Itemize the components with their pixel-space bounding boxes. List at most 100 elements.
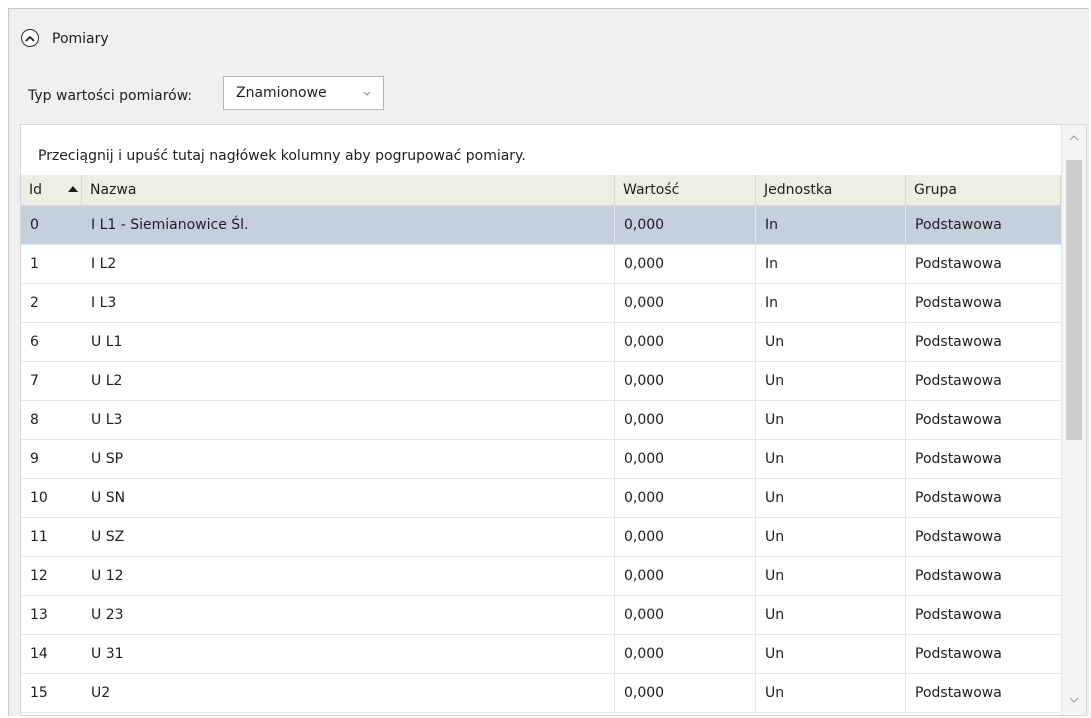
cell-value: 0,000 <box>615 362 756 400</box>
column-header-unit[interactable]: Jednostka <box>756 175 906 205</box>
table-row[interactable]: 11 U SZ 0,000 Un Podstawowa <box>21 518 1061 557</box>
column-header-name[interactable]: Nazwa <box>82 175 615 205</box>
cell-unit: In <box>756 206 906 244</box>
column-header-unit-label: Jednostka <box>764 182 833 198</box>
cell-value: 0,000 <box>615 635 756 673</box>
cell-group: Podstawowa <box>915 529 1002 545</box>
cell-group: Podstawowa <box>915 451 1002 467</box>
cell-group: Podstawowa <box>915 295 1002 311</box>
grid-rows: 0 I L1 - Siemianowice Śl. 0,000 In Podst… <box>21 206 1061 713</box>
column-header-row: Id Nazwa Wartość Jednostka Grupa <box>21 175 1061 206</box>
column-header-group[interactable]: Grupa <box>906 175 1061 205</box>
cell-id: 1 <box>30 256 39 272</box>
cell-unit: Un <box>756 596 906 634</box>
measurements-grid: Przeciągnij i upuść tutaj nagłówek kolum… <box>20 124 1087 716</box>
chevron-down-icon <box>363 91 371 96</box>
cell-unit: Un <box>756 674 906 712</box>
cell-unit: In <box>756 245 906 283</box>
cell-group: Podstawowa <box>915 685 1002 701</box>
sort-ascending-icon <box>68 186 78 192</box>
cell-group: Podstawowa <box>915 373 1002 389</box>
cell-unit: Un <box>756 362 906 400</box>
cell-id: 13 <box>30 607 48 623</box>
cell-group: Podstawowa <box>915 490 1002 506</box>
chevron-up-icon <box>25 35 35 41</box>
cell-group: Podstawowa <box>915 646 1002 662</box>
cell-name: I L1 - Siemianowice Śl. <box>82 206 615 244</box>
cell-name: U SN <box>82 479 615 517</box>
cell-group: Podstawowa <box>915 568 1002 584</box>
table-row[interactable]: 1 I L2 0,000 In Podstawowa <box>21 245 1061 284</box>
table-row[interactable]: 13 U 23 0,000 Un Podstawowa <box>21 596 1061 635</box>
scroll-down-arrow-icon[interactable] <box>1069 697 1079 703</box>
cell-value: 0,000 <box>615 401 756 439</box>
table-row[interactable]: 0 I L1 - Siemianowice Śl. 0,000 In Podst… <box>21 206 1061 245</box>
cell-value: 0,000 <box>615 674 756 712</box>
cell-id: 12 <box>30 568 48 584</box>
cell-id: 9 <box>30 451 39 467</box>
cell-id: 8 <box>30 412 39 428</box>
column-header-value-label: Wartość <box>623 182 680 198</box>
cell-unit: In <box>756 284 906 322</box>
cell-unit: Un <box>756 401 906 439</box>
cell-id: 11 <box>30 529 48 545</box>
cell-name: U2 <box>82 674 615 712</box>
table-row[interactable]: 8 U L3 0,000 Un Podstawowa <box>21 401 1061 440</box>
cell-unit: Un <box>756 635 906 673</box>
cell-group: Podstawowa <box>915 412 1002 428</box>
cell-name: I L2 <box>82 245 615 283</box>
cell-value: 0,000 <box>615 518 756 556</box>
table-row[interactable]: 12 U 12 0,000 Un Podstawowa <box>21 557 1061 596</box>
cell-name: U 12 <box>82 557 615 595</box>
group-by-drop-area[interactable]: Przeciągnij i upuść tutaj nagłówek kolum… <box>38 147 526 165</box>
table-row[interactable]: 7 U L2 0,000 Un Podstawowa <box>21 362 1061 401</box>
cell-name: I L3 <box>82 284 615 322</box>
value-type-selected: Znamionowe <box>236 85 327 101</box>
collapse-section-button[interactable] <box>21 29 39 47</box>
cell-unit: Un <box>756 323 906 361</box>
scrollbar-thumb[interactable] <box>1066 160 1082 440</box>
cell-name: U 23 <box>82 596 615 634</box>
vertical-scrollbar[interactable] <box>1061 125 1086 715</box>
cell-group: Podstawowa <box>915 334 1002 350</box>
cell-value: 0,000 <box>615 479 756 517</box>
cell-value: 0,000 <box>615 206 756 244</box>
cell-name: U L3 <box>82 401 615 439</box>
value-type-dropdown[interactable]: Znamionowe <box>223 76 384 110</box>
cell-name: U L2 <box>82 362 615 400</box>
cell-unit: Un <box>756 440 906 478</box>
cell-value: 0,000 <box>615 284 756 322</box>
cell-name: U SP <box>82 440 615 478</box>
cell-group: Podstawowa <box>915 217 1002 233</box>
scroll-up-arrow-icon[interactable] <box>1069 135 1079 141</box>
cell-value: 0,000 <box>615 596 756 634</box>
column-header-value[interactable]: Wartość <box>615 175 756 205</box>
cell-name: U SZ <box>82 518 615 556</box>
table-row[interactable]: 6 U L1 0,000 Un Podstawowa <box>21 323 1061 362</box>
cell-group: Podstawowa <box>915 607 1002 623</box>
cell-id: 2 <box>30 295 39 311</box>
cell-id: 0 <box>30 217 39 233</box>
cell-id: 14 <box>30 646 48 662</box>
cell-group: Podstawowa <box>915 256 1002 272</box>
table-row[interactable]: 14 U 31 0,000 Un Podstawowa <box>21 635 1061 674</box>
cell-name: U L1 <box>82 323 615 361</box>
column-header-group-label: Grupa <box>914 182 957 198</box>
cell-unit: Un <box>756 518 906 556</box>
table-row[interactable]: 10 U SN 0,000 Un Podstawowa <box>21 479 1061 518</box>
column-header-id-label: Id <box>29 182 43 198</box>
cell-unit: Un <box>756 557 906 595</box>
section-title[interactable]: Pomiary <box>52 30 109 48</box>
column-header-name-label: Nazwa <box>90 182 137 198</box>
cell-value: 0,000 <box>615 440 756 478</box>
column-header-id[interactable]: Id <box>21 175 82 205</box>
table-row[interactable]: 9 U SP 0,000 Un Podstawowa <box>21 440 1061 479</box>
table-row[interactable]: 15 U2 0,000 Un Podstawowa <box>21 674 1061 713</box>
cell-id: 7 <box>30 373 39 389</box>
cell-value: 0,000 <box>615 557 756 595</box>
cell-value: 0,000 <box>615 245 756 283</box>
cell-id: 15 <box>30 685 48 701</box>
cell-id: 10 <box>30 490 48 506</box>
table-row[interactable]: 2 I L3 0,000 In Podstawowa <box>21 284 1061 323</box>
cell-unit: Un <box>756 479 906 517</box>
